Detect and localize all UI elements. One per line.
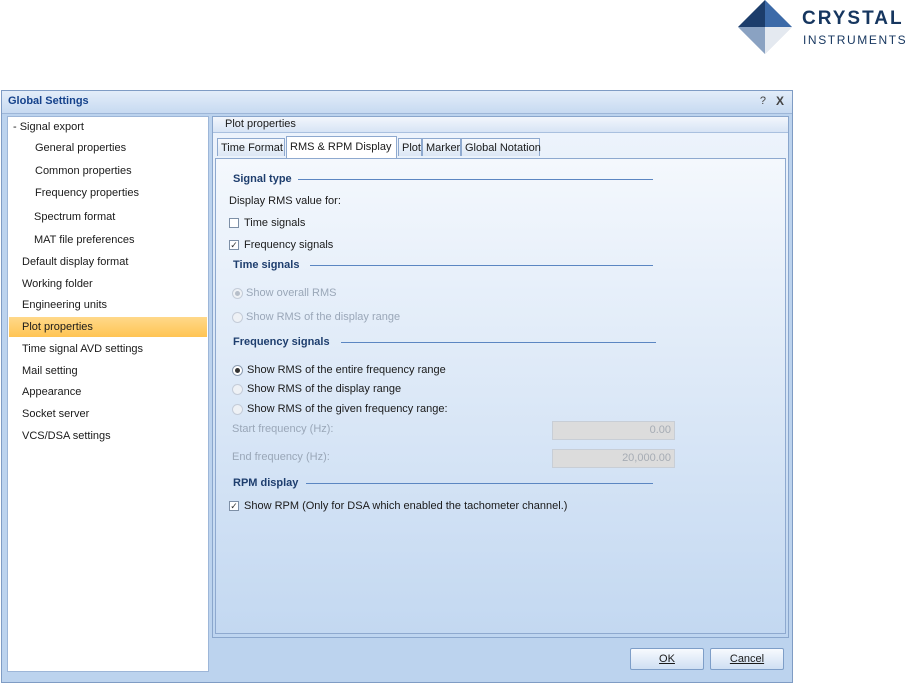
sidebar-item-spectrum-format[interactable]: Spectrum format	[34, 207, 232, 227]
sidebar-item-vcs-dsa-settings[interactable]: VCS/DSA settings	[22, 426, 220, 446]
panel-header: Plot properties	[213, 117, 788, 133]
display-rms-prompt: Display RMS value for:	[229, 195, 341, 207]
plot-properties-panel: Plot properties Time Format RMS & RPM Di…	[212, 116, 789, 638]
freq-display-range-radio[interactable]	[232, 384, 243, 395]
section-time-signals-title: Time signals	[233, 259, 300, 271]
sidebar-item-general-properties[interactable]: General properties	[35, 138, 233, 158]
ok-button-label: OK	[659, 653, 675, 665]
section-divider	[310, 265, 653, 266]
time-signals-checkbox[interactable]	[229, 218, 239, 228]
global-settings-dialog: Global Settings ? X - Signal export Gene…	[1, 90, 793, 683]
tab-marker[interactable]: Marker	[422, 138, 461, 156]
sidebar-item-engineering-units[interactable]: Engineering units	[22, 295, 220, 315]
frequency-signals-checkbox-label[interactable]: Frequency signals	[244, 239, 333, 251]
given-range-label[interactable]: Show RMS of the given frequency range:	[247, 403, 448, 415]
overall-rms-radio[interactable]	[232, 288, 243, 299]
sidebar-item-common-properties[interactable]: Common properties	[35, 161, 233, 181]
ok-button[interactable]: OK	[630, 648, 704, 670]
show-rpm-label[interactable]: Show RPM (Only for DSA which enabled the…	[244, 500, 567, 512]
diamond-logo-icon	[738, 0, 792, 54]
settings-tree: - Signal export General properties Commo…	[7, 116, 209, 672]
logo-text-line1: CRYSTAL	[802, 8, 904, 29]
start-frequency-label: Start frequency (Hz):	[232, 423, 334, 435]
end-frequency-label: End frequency (Hz):	[232, 451, 330, 463]
section-divider	[341, 342, 656, 343]
cancel-button[interactable]: Cancel	[710, 648, 784, 670]
tab-time-format[interactable]: Time Format	[217, 138, 285, 156]
frequency-signals-checkbox[interactable]: ✓	[229, 240, 239, 250]
entire-range-label[interactable]: Show RMS of the entire frequency range	[247, 364, 446, 376]
logo-text-line2: INSTRUMENTS	[803, 33, 908, 47]
section-signal-type-title: Signal type	[233, 173, 292, 185]
sidebar-item-appearance[interactable]: Appearance	[22, 382, 220, 402]
show-rpm-checkbox[interactable]: ✓	[229, 501, 239, 511]
cancel-button-label: Cancel	[729, 653, 765, 665]
section-rpm-display-title: RPM display	[233, 477, 299, 489]
end-frequency-input[interactable]: 20,000.00	[552, 449, 675, 468]
sidebar-item-mail-setting[interactable]: Mail setting	[22, 361, 220, 381]
sidebar-item-time-signal-avd[interactable]: Time signal AVD settings	[22, 339, 220, 359]
sidebar-item-frequency-properties[interactable]: Frequency properties	[35, 183, 233, 203]
entire-range-radio[interactable]	[232, 365, 243, 376]
panel-title: Plot properties	[225, 118, 296, 130]
sidebar-item-mat-file-preferences[interactable]: MAT file preferences	[34, 230, 232, 250]
time-display-range-label[interactable]: Show RMS of the display range	[246, 311, 400, 323]
sidebar-item-socket-server[interactable]: Socket server	[22, 404, 220, 424]
dialog-titlebar: Global Settings ? X	[2, 91, 792, 114]
section-divider	[298, 179, 653, 180]
start-frequency-input[interactable]: 0.00	[552, 421, 675, 440]
sidebar-item-signal-export[interactable]: - Signal export	[13, 117, 211, 137]
section-frequency-signals-title: Frequency signals	[233, 336, 330, 348]
sidebar-item-plot-properties[interactable]: Plot properties	[9, 317, 207, 337]
time-display-range-radio[interactable]	[232, 312, 243, 323]
given-range-radio[interactable]	[232, 404, 243, 415]
section-divider	[306, 483, 653, 484]
overall-rms-label[interactable]: Show overall RMS	[246, 287, 336, 299]
tab-plot[interactable]: Plot	[398, 138, 422, 156]
tab-content: Signal type Display RMS value for: Time …	[215, 158, 786, 634]
crystal-instruments-logo: CRYSTAL INSTRUMENTS	[738, 0, 913, 54]
tab-global-notation[interactable]: Global Notation	[461, 138, 541, 156]
close-button[interactable]: X	[776, 94, 784, 108]
dialog-title: Global Settings	[8, 95, 89, 107]
sidebar-item-working-folder[interactable]: Working folder	[22, 274, 220, 294]
sidebar-item-default-display-format[interactable]: Default display format	[22, 252, 220, 272]
help-button[interactable]: ?	[760, 95, 766, 107]
tab-rms-rpm-display[interactable]: RMS & RPM Display	[286, 136, 397, 158]
time-signals-checkbox-label[interactable]: Time signals	[244, 217, 305, 229]
freq-display-range-label[interactable]: Show RMS of the display range	[247, 383, 401, 395]
